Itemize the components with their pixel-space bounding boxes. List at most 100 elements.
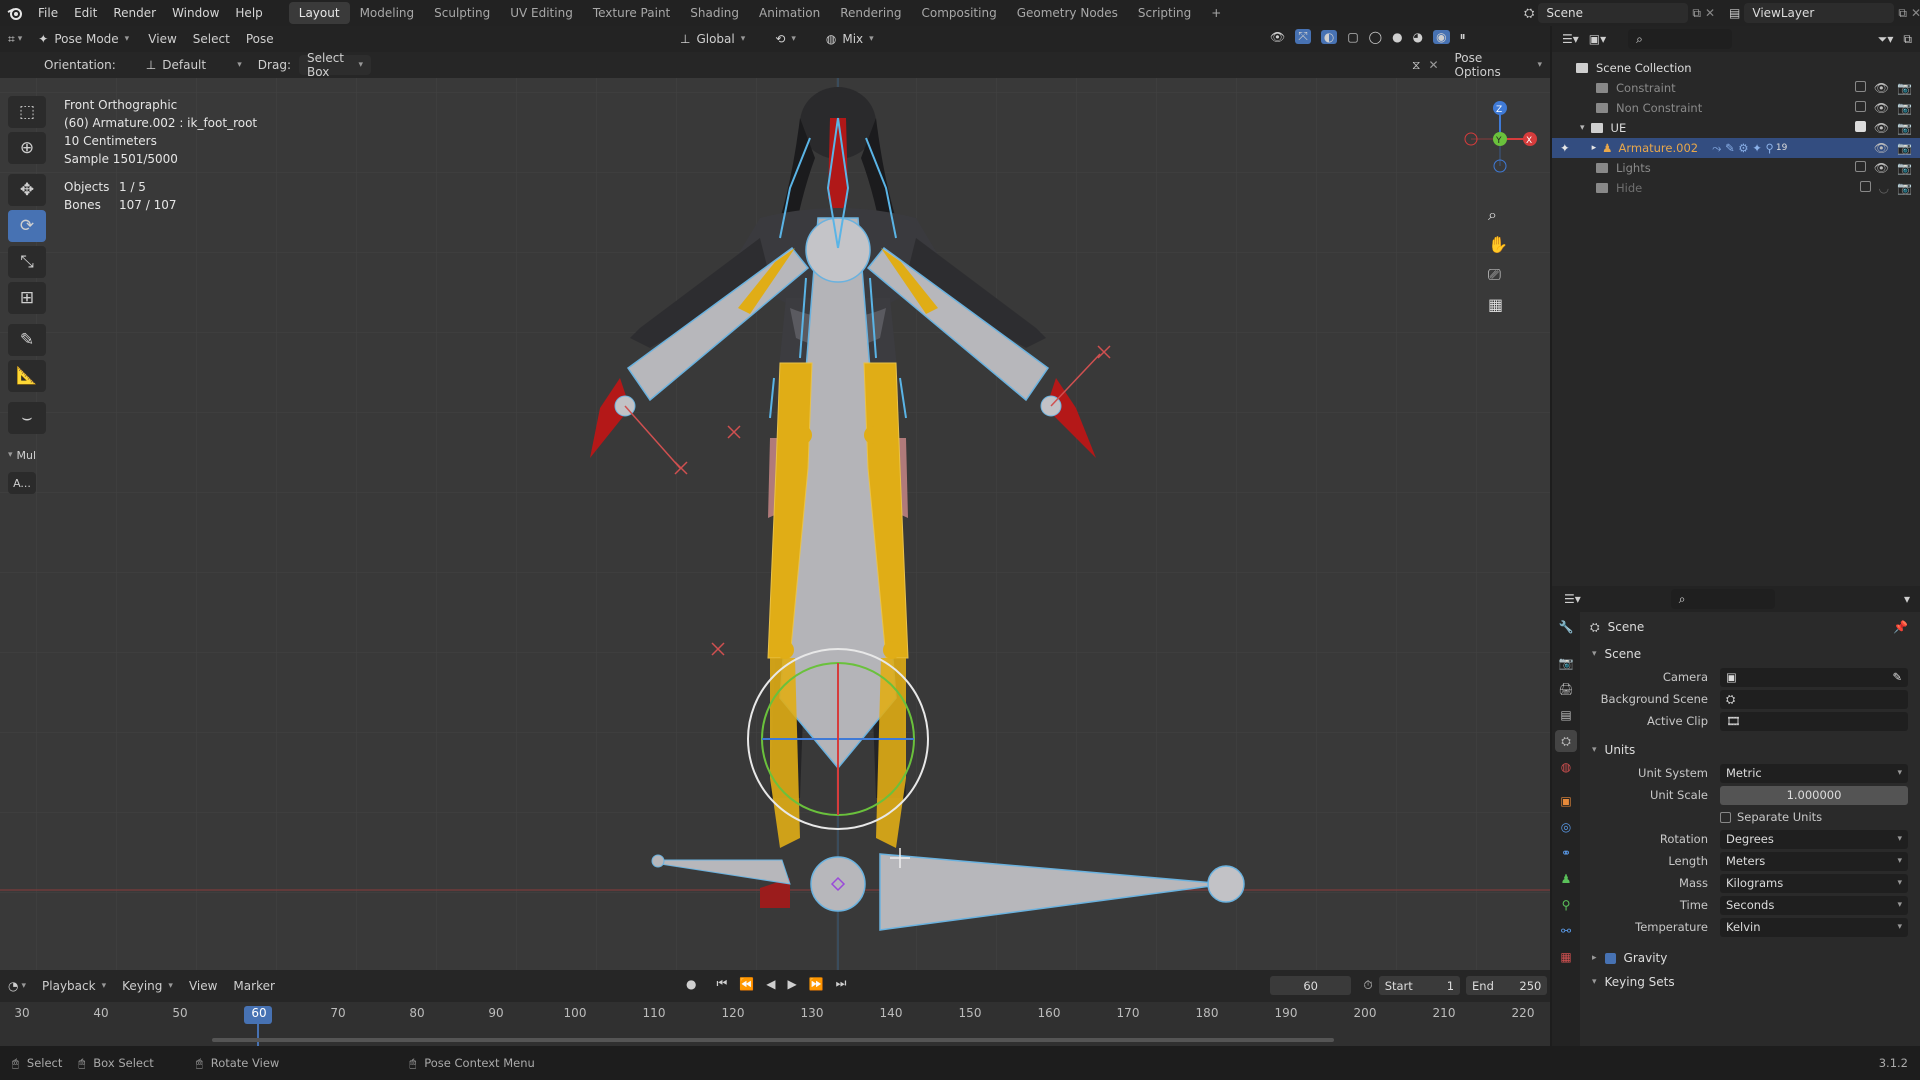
menu-select[interactable]: Select: [185, 26, 238, 52]
orientation-dropdown[interactable]: ⊥ Default ▾: [138, 55, 250, 75]
move-tool[interactable]: ✥: [8, 174, 46, 206]
marker-menu[interactable]: Marker: [225, 973, 282, 999]
menu-window[interactable]: Window: [164, 0, 227, 26]
close-icon[interactable]: ✕: [1428, 58, 1438, 72]
bone-size-tool[interactable]: ⌣: [8, 402, 46, 434]
outliner-type-icon[interactable]: ☰▾: [1562, 32, 1579, 46]
rotate-tool[interactable]: ⟳: [8, 210, 46, 242]
outliner-item-constraint[interactable]: Constraint 👁 📷: [1552, 78, 1920, 98]
chevron-down-icon[interactable]: ▾: [1904, 592, 1910, 606]
camera-view-icon[interactable]: ⎚: [1488, 260, 1508, 290]
tab-uv-editing[interactable]: UV Editing: [500, 2, 583, 24]
unit-scale-field[interactable]: 1.000000: [1720, 785, 1908, 805]
blend-dropdown[interactable]: ◍ Mix ▾: [818, 29, 882, 49]
camera-icon[interactable]: 📷: [1897, 101, 1912, 115]
menu-help[interactable]: Help: [227, 0, 270, 26]
mul-toggle[interactable]: ▾ Mul: [8, 444, 48, 466]
units-panel-header[interactable]: ▾ Units: [1580, 738, 1920, 762]
length-dropdown[interactable]: Meters ▾: [1720, 851, 1908, 871]
pose-options-dropdown[interactable]: Pose Options ▾: [1447, 51, 1551, 79]
timeline-scrollbar[interactable]: [212, 1038, 1334, 1042]
xray-icon[interactable]: ▢: [1347, 30, 1358, 44]
jump-keyframe-back-icon[interactable]: ⏪: [739, 977, 754, 991]
outliner-scene-collection[interactable]: Scene Collection: [1552, 58, 1920, 78]
exclude-checkbox[interactable]: [1854, 101, 1866, 112]
outliner-item-non-constraint[interactable]: Non Constraint 👁 📷: [1552, 98, 1920, 118]
jump-end-icon[interactable]: ⏭: [836, 976, 847, 991]
overlay-toggle-icon[interactable]: ◐: [1320, 29, 1338, 44]
armature-data-tab[interactable]: ♟: [1555, 868, 1577, 890]
visibility-icon[interactable]: 👁: [1270, 30, 1285, 44]
eye-closed-icon[interactable]: ◡: [1879, 181, 1889, 195]
tab-shading[interactable]: Shading: [680, 2, 749, 24]
eyedropper-icon[interactable]: ✎: [1892, 670, 1902, 684]
outliner-item-lights[interactable]: Lights 👁 📷: [1552, 158, 1920, 178]
mass-dropdown[interactable]: Kilograms ▾: [1720, 873, 1908, 893]
solid-shading-icon[interactable]: ●: [1392, 30, 1402, 44]
new-scene-icon[interactable]: ⧉: [1692, 6, 1701, 21]
render-tab[interactable]: 📷: [1555, 652, 1577, 674]
camera-icon[interactable]: 📷: [1897, 81, 1912, 95]
properties-type-icon[interactable]: ☰▾: [1564, 592, 1581, 606]
tab-compositing[interactable]: Compositing: [911, 2, 1006, 24]
3d-viewport[interactable]: Front Orthographic (60) Armature.002 : i…: [0, 78, 1550, 970]
keying-menu[interactable]: Keying ▾: [114, 976, 181, 996]
menu-file[interactable]: File: [30, 0, 66, 26]
eye-icon[interactable]: 👁: [1874, 141, 1889, 155]
texture-tab[interactable]: ▦: [1555, 946, 1577, 968]
physics-tab[interactable]: ◎: [1555, 816, 1577, 838]
rotation-dropdown[interactable]: Degrees ▾: [1720, 829, 1908, 849]
transform-orientation-dropdown[interactable]: ⊥ Global ▾: [672, 29, 753, 49]
time-dropdown[interactable]: Seconds ▾: [1720, 895, 1908, 915]
drag-dropdown[interactable]: Select Box ▾: [298, 51, 371, 79]
gravity-panel-header[interactable]: ▸ Gravity: [1580, 946, 1920, 970]
expand-arrow-icon[interactable]: ▾: [1580, 123, 1585, 133]
outliner-search-input[interactable]: ⌕: [1628, 29, 1733, 49]
menu-render[interactable]: Render: [105, 0, 164, 26]
keying-sets-panel-header[interactable]: ▾ Keying Sets: [1580, 970, 1920, 994]
scene-tab[interactable]: ⛭: [1555, 730, 1577, 752]
exclude-checkbox[interactable]: [1859, 181, 1871, 192]
eye-icon[interactable]: 👁: [1874, 101, 1889, 115]
wireframe-shading-icon[interactable]: ◯: [1369, 30, 1382, 44]
measure-tool[interactable]: 📐: [8, 360, 46, 392]
pan-hand-icon[interactable]: ✋: [1488, 230, 1508, 260]
outliner-item-armature[interactable]: ✦ ▸ ♟ Armature.002 ⤳ ✎ ⚙ ✦ ⚲ 19 👁 📷: [1552, 138, 1920, 158]
tab-animation[interactable]: Animation: [749, 2, 830, 24]
timeline-editor-type[interactable]: ◔ ▾: [0, 973, 34, 999]
temperature-dropdown[interactable]: Kelvin ▾: [1720, 917, 1908, 937]
display-mode-icon[interactable]: ▣▾: [1589, 32, 1606, 46]
editor-type-button[interactable]: ⌗ ▾: [0, 26, 30, 52]
play-reverse-icon[interactable]: ◀: [766, 977, 775, 991]
jump-keyframe-forward-icon[interactable]: ⏩: [809, 977, 824, 991]
tab-rendering[interactable]: Rendering: [830, 2, 911, 24]
camera-icon[interactable]: 📷: [1897, 161, 1912, 175]
current-frame-field[interactable]: 60: [1270, 976, 1352, 995]
exclude-checkbox[interactable]: [1854, 81, 1866, 92]
scale-tool[interactable]: ⤡: [8, 246, 46, 278]
cursor-tool[interactable]: ⊕: [8, 132, 46, 164]
rendered-shading-icon[interactable]: ◉: [1433, 29, 1450, 44]
jump-start-icon[interactable]: ⏮: [716, 976, 727, 991]
menu-view[interactable]: View: [140, 26, 184, 52]
background-scene-field[interactable]: ⛭: [1720, 689, 1908, 709]
annotate-tool[interactable]: ✎: [8, 324, 46, 356]
bone-tab[interactable]: ⚲: [1555, 894, 1577, 916]
end-frame-field[interactable]: End 250: [1466, 976, 1548, 995]
close-view-layer-icon[interactable]: ✕: [1911, 6, 1920, 20]
tab-texture-paint[interactable]: Texture Paint: [583, 2, 680, 24]
pin-icon[interactable]: 📌: [1893, 620, 1908, 634]
tab-modeling[interactable]: Modeling: [350, 2, 425, 24]
outliner-item-hide[interactable]: Hide ◡ 📷: [1552, 178, 1920, 198]
a-button[interactable]: A...: [8, 472, 36, 494]
unit-system-dropdown[interactable]: Metric ▾: [1720, 763, 1908, 783]
eye-icon[interactable]: 👁: [1874, 121, 1889, 135]
play-icon[interactable]: ▶: [787, 977, 796, 991]
tool-tab[interactable]: 🔧: [1555, 616, 1577, 638]
output-tab[interactable]: 🖨: [1555, 678, 1577, 700]
rotate-gizmo[interactable]: [747, 648, 929, 830]
gravity-checkbox[interactable]: [1604, 952, 1616, 964]
camera-icon[interactable]: 📷: [1897, 141, 1912, 155]
object-tab[interactable]: ▣: [1555, 790, 1577, 812]
tab-sculpting[interactable]: Sculpting: [424, 2, 500, 24]
